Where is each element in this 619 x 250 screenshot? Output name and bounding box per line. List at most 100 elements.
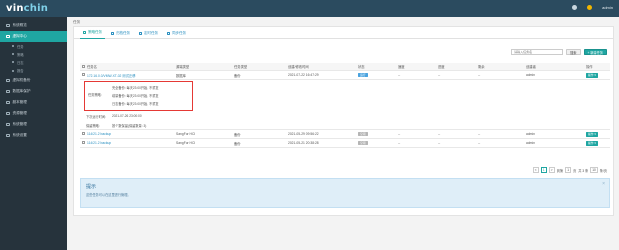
gear-icon (6, 133, 10, 137)
system-icon (6, 122, 10, 126)
sidebar-item-label: 系统管理 (12, 121, 27, 126)
retention-value: 按个数保留(保留数量: 3) (112, 124, 147, 128)
task-name-link[interactable]: 114/21.2 backup (85, 141, 174, 145)
task-name-link[interactable]: 114/21.2 backup (85, 132, 174, 136)
sidebar-item-resource[interactable]: 资源管理 (0, 108, 67, 119)
modified-time: 2021-05-21 20:38:28 (288, 141, 319, 145)
tab-scheduled-task[interactable]: 定时任务 (136, 27, 161, 39)
sidebar-subitem-label: 任务 (17, 44, 24, 49)
sidebar-item-vcenter[interactable]: 虚拟中心 (0, 31, 67, 42)
task-detail-panel: 任务策略: 完全备份: 每天23:00开始, 不重复 增量备份: 每天23:00… (80, 80, 610, 130)
tab-label: 定时任务 (144, 30, 158, 35)
speed: -- (398, 132, 401, 136)
tab-bar: 策略任务 归档任务 定时任务 同步任务 (74, 27, 613, 39)
main-panel: 策略任务 归档任务 定时任务 同步任务 搜索 + 新建任务 任务名 源端类型 任… (73, 26, 614, 216)
column-header[interactable]: 剩余 (476, 64, 524, 69)
column-header: 操作 (586, 65, 593, 69)
creator: admin (526, 73, 535, 77)
bullet-icon (12, 45, 14, 48)
sidebar-subitem-log[interactable]: 日志 (0, 58, 67, 66)
column-header[interactable]: 任务类型 (232, 64, 286, 69)
sidebar-item-label: 系统设置 (12, 132, 27, 137)
next-page-button[interactable]: > (548, 167, 555, 173)
tab-archive-task[interactable]: 归档任务 (108, 27, 133, 39)
sidebar-subitem-policy[interactable]: 策略 (0, 50, 67, 58)
retention-label: 保留策略: (86, 124, 100, 128)
column-header[interactable]: 速度 (396, 64, 436, 69)
copy-icon (6, 100, 10, 104)
bell-icon[interactable] (587, 5, 593, 10)
column-header[interactable]: 源端类型 (174, 64, 232, 69)
sidebar-item-label: 副本管理 (12, 99, 27, 104)
help-icon[interactable] (572, 5, 578, 10)
operation-dropdown-button[interactable]: 操作 ▾ (586, 72, 598, 78)
table-row[interactable]: 114/21.2 backup SangFor HCI 备份 2021-05-2… (80, 139, 610, 148)
sidebar-subitem-task[interactable]: 任务 (0, 42, 67, 50)
status-badge: 运行 (358, 73, 368, 77)
create-task-button[interactable]: + 新建任务 (583, 49, 607, 55)
tab-label: 策略任务 (88, 30, 102, 34)
page-jump-input[interactable]: 1 (565, 167, 572, 173)
column-header[interactable]: 创建者 (524, 64, 584, 69)
task-type: 备份 (234, 73, 241, 78)
sidebar-item-settings[interactable]: 系统设置 (0, 130, 67, 141)
logo-accent: chin (23, 3, 49, 14)
search-input[interactable] (511, 49, 564, 55)
source-type: SangFor HCI (176, 141, 196, 145)
sidebar-item-db-protect[interactable]: 数据库保护 (0, 86, 67, 97)
sidebar-item-label: 系统概览 (12, 23, 27, 27)
storage-icon (6, 111, 10, 115)
source-type: 数据库 (176, 73, 186, 78)
creator: admin (526, 141, 535, 145)
operation-dropdown-button[interactable]: 操作 ▾ (586, 131, 598, 137)
backup-icon (6, 78, 10, 82)
page-unit: 页 (573, 168, 577, 173)
tips-title: 提示 (86, 184, 97, 190)
next-run-value: 2021-07-26 23:00:00 (112, 114, 142, 118)
operation-dropdown-button[interactable]: 操作 ▾ (586, 140, 598, 146)
task-table: 任务名 源端类型 任务类型 创建/修改时间 状态 速度 进度 剩余 创建者 操作… (80, 63, 610, 148)
bullet-icon (12, 61, 14, 64)
sidebar-item-overview[interactable]: 系统概览 (0, 20, 67, 31)
table-row[interactable]: 172.16.0.0/VMW-XT-02 测试迁移 数据库 备份 2021-07… (80, 71, 610, 80)
tips-text: 这些任务可以在这里进行管理。 (86, 193, 131, 197)
sidebar-item-label: 虚拟中心 (12, 34, 27, 38)
column-header[interactable]: 状态 (356, 64, 396, 69)
task-name-link[interactable]: 172.16.0.0/VMW-XT-02 测试迁移 (85, 73, 174, 78)
per-page-select[interactable]: 10 (590, 167, 598, 173)
column-header[interactable]: 创建/修改时间 (286, 64, 356, 69)
tab-sync-task[interactable]: 同步任务 (164, 27, 189, 39)
search-toolbar: 搜索 + 新建任务 (511, 49, 607, 55)
sidebar-item-vm-backup[interactable]: 虚拟机备份 (0, 75, 67, 86)
modified-time: 2021-05-29 09:56:22 (288, 132, 319, 136)
prev-page-button[interactable]: < (532, 167, 539, 173)
per-page-unit: 条/页 (599, 168, 607, 173)
sidebar-item-copy[interactable]: 副本管理 (0, 97, 67, 108)
table-row[interactable]: 114/21.2 backup SangFor HCI 备份 2021-05-2… (80, 130, 610, 139)
page-number[interactable]: 1 (540, 167, 547, 173)
list-icon (83, 31, 86, 34)
speed: -- (398, 73, 401, 77)
column-header[interactable]: 进度 (436, 64, 476, 69)
strategy-line: 完全备份: 每天23:00开始, 不重复 (112, 86, 159, 90)
tab-policy-task[interactable]: 策略任务 (80, 27, 105, 39)
user-menu[interactable]: admin (602, 5, 613, 10)
close-icon[interactable]: × (602, 181, 605, 187)
vinchin-logo[interactable]: vinchin (6, 3, 48, 14)
search-button[interactable]: 搜索 (566, 49, 581, 55)
database-icon (6, 89, 10, 93)
status-badge: 空闲 (358, 132, 368, 136)
column-header[interactable]: 任务名 (85, 64, 174, 69)
remaining: -- (478, 73, 481, 77)
bullet-icon (12, 53, 14, 56)
tips-box: 提示 这些任务可以在这里进行管理。 × (80, 178, 610, 208)
sidebar-subitem-report[interactable]: 报告 (0, 67, 67, 75)
breadcrumb: 任务 (73, 20, 81, 24)
sync-icon (167, 31, 170, 35)
total-count: 共 3 条 (578, 168, 589, 173)
dashboard-icon (6, 23, 10, 28)
modified-time: 2021-07-22 16:47:29 (288, 73, 319, 77)
sidebar-item-system[interactable]: 系统管理 (0, 119, 67, 130)
source-type: SangFor HCI (176, 132, 196, 136)
sidebar: 系统概览 虚拟中心 任务 策略 日志 报告 虚拟机备份 数据库保护 副本管理 资… (0, 17, 67, 250)
